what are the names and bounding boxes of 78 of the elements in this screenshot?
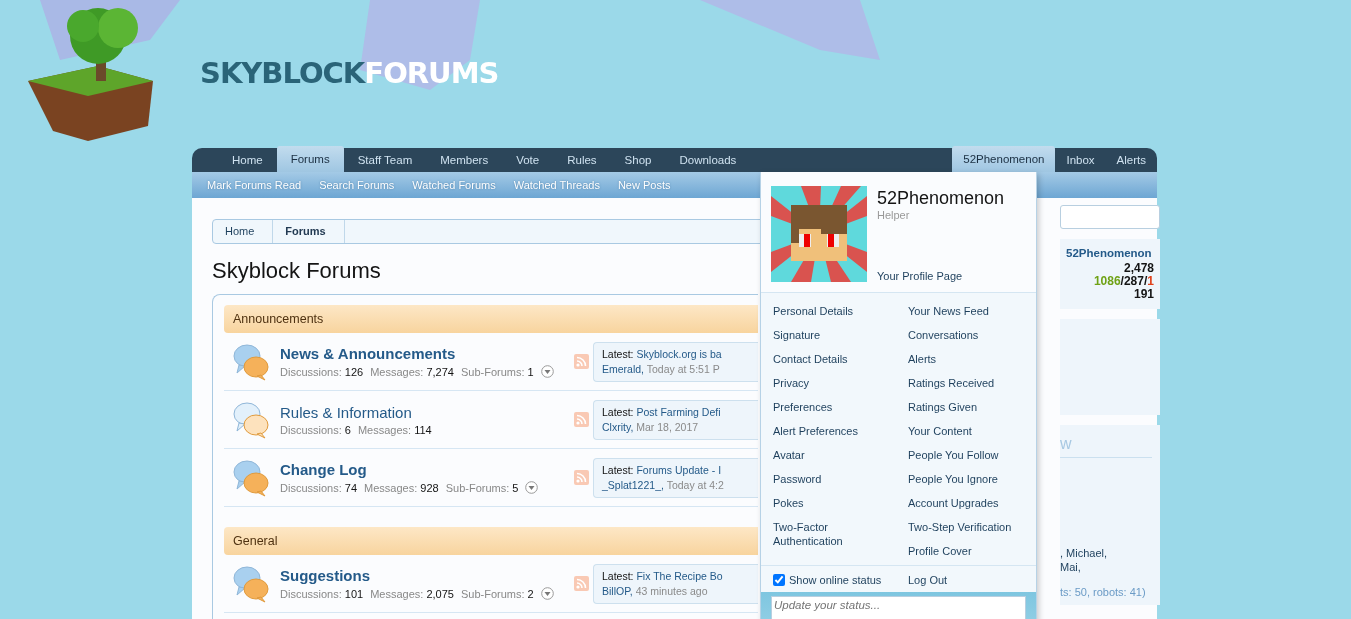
avatar-drawing[interactable] — [771, 186, 867, 282]
profile-stat: 1086/287/1 — [1092, 275, 1154, 288]
menu-link[interactable]: Password — [773, 467, 895, 491]
menu-link[interactable]: Avatar — [773, 443, 895, 467]
profile-stat: 191 — [1132, 288, 1154, 301]
forum-stat: Discussions: 126 — [280, 365, 364, 378]
menu-link[interactable]: Your News Feed — [908, 299, 1030, 323]
menu-link[interactable]: Conversations — [908, 323, 1030, 347]
search-field[interactable] — [1060, 205, 1160, 229]
user-title: Helper — [877, 209, 911, 221]
menu-link[interactable]: Account Upgrades — [908, 491, 1030, 515]
menu-link[interactable]: Profile Cover — [908, 539, 1030, 563]
latest-post-line[interactable]: Latest: Forums Update - I — [602, 462, 750, 478]
status-input-field[interactable]: Update your status... — [771, 596, 1026, 619]
profile-stat: 2,478 — [1122, 262, 1154, 275]
breadcrumb-link[interactable]: Forums — [273, 220, 345, 243]
latest-post-line[interactable]: Latest: Fix The Recipe Bo — [602, 568, 750, 584]
menu-link[interactable]: People You Ignore — [908, 467, 1030, 491]
menu-link[interactable]: Alerts — [908, 347, 1030, 371]
forum-stat: Messages: 928 — [364, 481, 439, 494]
nav-tab[interactable]: Alerts — [1105, 148, 1157, 172]
forum-title-link[interactable]: Rules & Information — [280, 403, 562, 421]
menu-link[interactable]: Two-Step Verification — [908, 515, 1030, 539]
online-totals: ts: 50, robots: 41) — [1060, 586, 1147, 598]
log-out-link[interactable]: Log Out — [908, 570, 948, 590]
forum-stat: Messages: 7,274 — [370, 365, 454, 378]
latest-post-line[interactable]: Latest: Skyblock.org is ba — [602, 346, 750, 362]
panel-heading: w — [1060, 435, 1152, 458]
menu-link[interactable]: Privacy — [773, 371, 895, 395]
menu-link[interactable]: People You Follow — [908, 443, 1030, 467]
member-names[interactable]: , Michael, — [1060, 546, 1160, 560]
online-status-checkbox[interactable] — [773, 574, 785, 586]
forum-stat: Discussions: 6 — [280, 423, 351, 436]
sub-forums-count: Sub-Forums: 1 — [460, 365, 534, 378]
forum-stat: Discussions: 101 — [280, 587, 364, 600]
menu-link[interactable]: Ratings Given — [908, 395, 1030, 419]
latest-post-meta: _Splat1221_, Today at 4:2 — [602, 477, 725, 493]
menu-link[interactable]: Pokes — [773, 491, 895, 515]
forum-title-link[interactable]: Suggestions — [280, 567, 562, 584]
forum-stat: Messages: 2,075 — [370, 587, 454, 600]
site-logo[interactable]: SKYBLOCKFORUMS — [200, 56, 499, 90]
menu-link[interactable]: Your Content — [908, 419, 1030, 443]
nav-tab[interactable]: 52Phenomenon — [952, 146, 1056, 172]
nav-tab[interactable]: Vote — [502, 148, 554, 172]
menu-link[interactable]: Two-Factor Authentication — [773, 515, 895, 553]
sub-forums-count: Sub-Forums: 2 — [460, 587, 534, 600]
page-title: Skyblock Forums — [212, 258, 382, 284]
nav-tab[interactable]: Downloads — [665, 148, 751, 172]
latest-post-meta: Emerald, Today at 5:51 P — [602, 361, 721, 377]
menu-link[interactable]: Personal Details — [773, 299, 895, 323]
menu-link[interactable]: Contact Details — [773, 347, 895, 371]
nav-tab[interactable]: Forums — [276, 146, 344, 172]
user-name: 52Phenomenon — [877, 188, 1005, 209]
latest-post-meta: BillOP, 43 minutes ago — [602, 583, 709, 599]
forum-stat: Discussions: 74 — [280, 481, 358, 494]
latest-post-meta: Clxrity, Mar 18, 2017 — [602, 419, 700, 435]
sub-forums-count: Sub-Forums: 5 — [445, 481, 519, 494]
latest-post-line[interactable]: Latest: Post Farming Defi — [602, 404, 750, 420]
forum-title-link[interactable]: News & Announcements — [280, 345, 562, 362]
profile-name[interactable]: 52Phenomenon — [1066, 247, 1154, 259]
nav-tab[interactable]: Home — [218, 148, 277, 172]
menu-link[interactable]: Alert Preferences — [773, 419, 895, 443]
checkbox-label: Show online status — [789, 574, 882, 586]
profile-page-link[interactable]: Your Profile Page — [877, 270, 1005, 282]
nav-tab[interactable]: Shop — [610, 148, 666, 172]
member-names[interactable]: Mai, — [1060, 560, 1160, 574]
category-header[interactable]: Announcements — [224, 305, 758, 333]
breadcrumb-link[interactable]: Home — [213, 220, 274, 243]
menu-link[interactable]: Ratings Received — [908, 371, 1030, 395]
nav-tab[interactable]: Inbox — [1055, 148, 1106, 172]
menu-link[interactable]: Preferences — [773, 395, 895, 419]
category-header[interactable]: General — [224, 527, 758, 555]
nav-tab[interactable]: Staff Team — [343, 148, 427, 172]
forum-stat: Messages: 114 — [357, 423, 432, 436]
nav-tab[interactable]: Members — [426, 148, 503, 172]
menu-link[interactable]: Signature — [773, 323, 895, 347]
nav-tab[interactable]: Rules — [553, 148, 611, 172]
forum-title-link[interactable]: Change Log — [280, 461, 562, 478]
